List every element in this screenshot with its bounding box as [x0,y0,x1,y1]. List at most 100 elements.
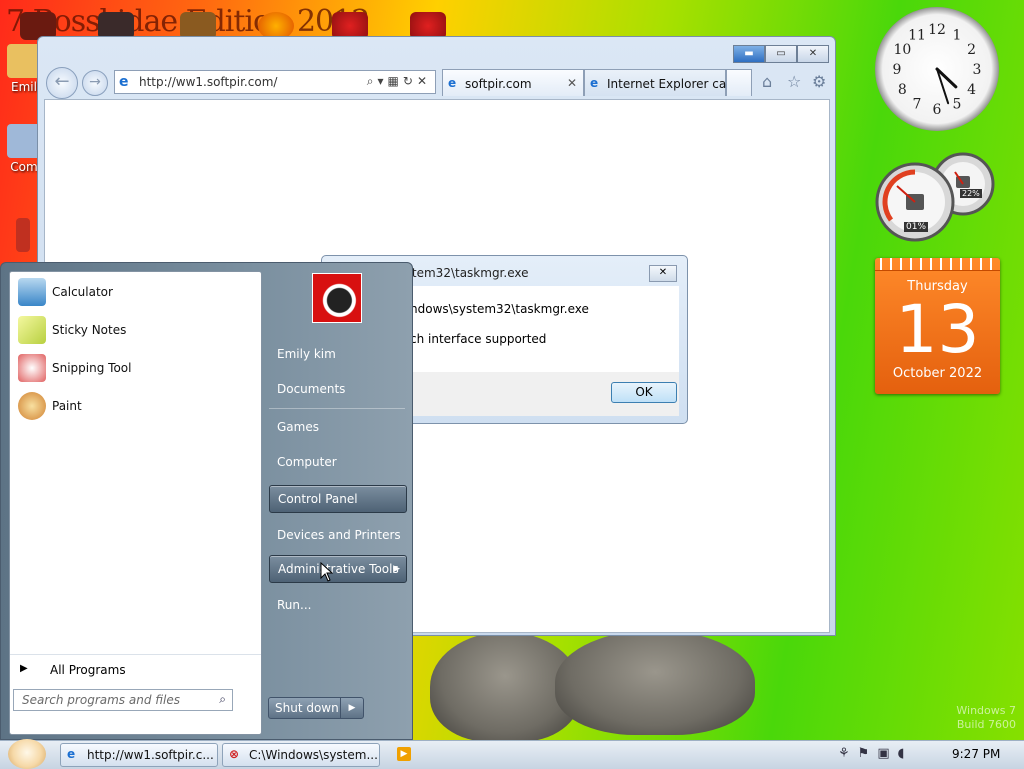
mouse-cursor-icon [320,562,334,582]
computer-icon [7,124,41,158]
clock-numeral: 9 [893,62,902,78]
search-icon[interactable]: ⌕ [367,74,378,88]
app-icon [16,218,30,252]
program-calculator[interactable]: Calculator [14,274,256,310]
back-arrow-icon: ← [54,71,70,92]
start-menu-separator [269,408,405,409]
paint-palette-icon [18,392,46,420]
media-player-icon[interactable]: ▶ [397,747,411,761]
ie-tab-icon: e [590,76,599,90]
program-label: Paint [52,399,82,413]
browser-nav-bar: ← → e http://ww1.softpir.com/ ⌕▾▦↻✕ e so… [46,67,830,99]
taskbar-clock[interactable]: 9:27 PM [952,747,1000,761]
network-icon[interactable]: ⚘ [838,746,858,761]
dropdown-icon[interactable]: ▾ [378,74,388,88]
dialog-message-path: ndows\system32\taskmgr.exe [410,302,589,316]
start-button[interactable] [8,739,46,769]
clock-numeral: 11 [908,27,926,43]
shutdown-button[interactable]: Shut down ▶ [268,697,364,719]
clock-numeral: 4 [967,82,976,98]
tab-label: Internet Explorer ca... [607,77,738,91]
cpu-meter-gadget[interactable]: 01% 22% [875,150,1000,242]
start-item-label: Emily kim [277,347,336,361]
calendar-day: 13 [895,291,980,368]
compatibility-icon[interactable]: ▦ [388,74,403,88]
new-tab-button[interactable] [726,69,752,96]
start-menu-programs-pane: Calculator Sticky Notes Snipping Tool Pa… [9,271,262,735]
all-programs-label: All Programs [50,663,126,677]
tab-softpir[interactable]: e softpir.com ✕ [442,69,584,96]
ie-icon: e [67,747,76,761]
program-snipping-tool[interactable]: Snipping Tool [14,350,256,386]
sticky-notes-icon [18,316,46,344]
start-item-computer[interactable]: Computer [269,449,405,475]
taskbar-button-error[interactable]: ⊗ C:\Windows\system... [222,743,380,767]
start-item-control-panel[interactable]: Control Panel [269,485,407,513]
clock-numeral: 12 [928,22,946,38]
start-search-input[interactable]: Search programs and files ⌕ [13,689,233,711]
calendar-rings [875,258,1000,271]
program-label: Snipping Tool [52,361,132,375]
calendar-month-year: October 2022 [892,366,983,381]
arrow-right-icon: ▶ [20,663,28,674]
program-sticky-notes[interactable]: Sticky Notes [14,312,256,348]
clock-numeral: 6 [933,102,942,118]
start-menu[interactable]: Calculator Sticky Notes Snipping Tool Pa… [0,262,413,740]
clock-numeral: 1 [953,27,962,43]
gear-icon[interactable]: ⚙ [812,72,826,91]
favorites-star-icon[interactable]: ☆ [787,72,801,91]
ok-button[interactable]: OK [611,382,677,403]
tab-ie-cannot-display[interactable]: e Internet Explorer ca... [584,69,738,96]
calendar-gadget[interactable]: Thursday 13 October 2022 [875,258,1000,394]
start-item-administrative-tools[interactable]: Administrative Tools ▶ [269,555,407,583]
ie-page-icon: e [119,74,129,90]
clock-face: 12 12 3 45678 9 1011 [893,22,982,118]
address-tools: ⌕▾▦↻✕ [367,74,431,89]
address-bar[interactable]: e http://ww1.softpir.com/ ⌕▾▦↻✕ [114,70,436,94]
taskbar-button-label: C:\Windows\system... [249,748,378,762]
minimize-button[interactable]: ▬ [733,45,765,63]
start-item-label: Games [277,420,319,434]
close-button[interactable]: ✕ [797,45,829,63]
window-caption-buttons: ▬ ▭ ✕ [733,45,829,63]
program-paint[interactable]: Paint [14,388,256,424]
back-button[interactable]: ← [46,67,78,99]
start-item-run[interactable]: Run... [269,592,405,618]
watermark-line: Windows 7 [956,704,1016,717]
user-folder-icon [7,44,41,78]
start-item-documents[interactable]: Documents [269,376,405,402]
action-center-flag-icon[interactable]: ⚑ [858,746,878,761]
address-url: http://ww1.softpir.com/ [139,75,278,89]
volume-icon[interactable]: ◖ [898,746,913,761]
dialog-message-error: ch interface supported [410,332,547,346]
clock-gadget[interactable]: 12 1 2 3 4 5 6 7 8 9 10 11 [875,7,999,131]
home-icon[interactable]: ⌂ [762,72,772,91]
dialog-close-button[interactable]: ✕ [649,265,677,282]
tab-label: softpir.com [465,77,532,91]
clock-numeral: 10 [893,42,911,58]
system-tray: ⚘⚑▣◖ [838,746,912,761]
calculator-icon [18,278,46,306]
clock-numeral: 7 [913,97,922,113]
start-item-user[interactable]: Emily kim [269,341,405,367]
clock-numeral: 5 [953,97,962,113]
refresh-icon[interactable]: ↻ [403,74,417,88]
shutdown-options-arrow-icon[interactable]: ▶ [340,698,363,718]
desktop-icon-label: Com [10,160,38,174]
error-icon: ⊗ [229,747,240,761]
start-item-devices-printers[interactable]: Devices and Printers [269,522,405,548]
search-icon[interactable]: ⌕ [219,692,226,707]
start-item-label: Run... [277,598,312,612]
ie-tab-icon: e [448,76,457,90]
forward-button[interactable]: → [82,70,108,96]
taskbar-button-browser[interactable]: e http://ww1.softpir.c... [60,743,218,767]
monitor-icon[interactable]: ▣ [877,746,897,761]
tab-close-icon[interactable]: ✕ [567,76,577,90]
clock-numeral: 2 [967,42,976,58]
user-avatar[interactable] [312,273,362,323]
maximize-button[interactable]: ▭ [765,45,797,63]
start-item-games[interactable]: Games [269,414,405,440]
stop-icon[interactable]: ✕ [417,74,431,88]
all-programs-item[interactable]: ▶ All Programs [10,654,261,677]
taskbar-button-label: http://ww1.softpir.c... [87,748,214,762]
